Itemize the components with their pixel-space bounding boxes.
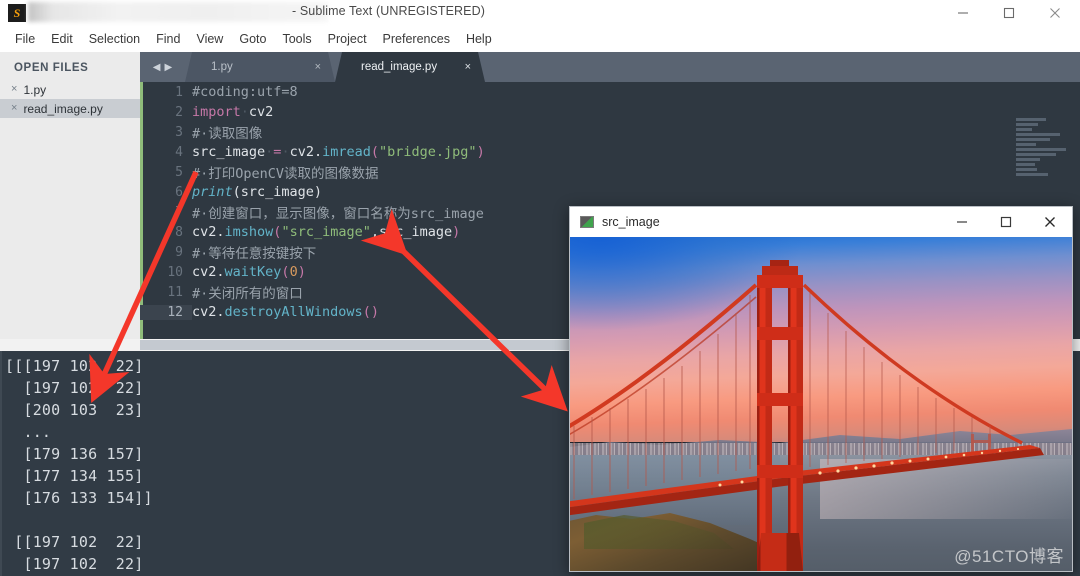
- minimap-row: [1016, 123, 1038, 126]
- image-viewer-window: src_image @51CTO博客: [569, 206, 1073, 572]
- code-line: 4 src_image·=·cv2.imread("bridge.jpg"): [140, 142, 1080, 162]
- code-text: cv2.destroyAllWindows(): [192, 304, 379, 320]
- code-text: #·读取图像: [192, 126, 263, 142]
- sublime-text-window: S - Sublime Text (UNREGISTERED) File Edi…: [0, 0, 1080, 576]
- close-icon[interactable]: ×: [465, 61, 471, 73]
- code-text: print(src_image): [192, 184, 323, 200]
- sidebar-heading-open-files: OPEN FILES: [14, 62, 89, 74]
- menu-item-preferences[interactable]: Preferences: [375, 29, 458, 49]
- console-left-edge: [0, 351, 2, 576]
- line-number: 2: [175, 104, 183, 120]
- sidebar-item-read-image-py[interactable]: × read_image.py: [0, 99, 140, 118]
- image-window-titlebar: src_image: [570, 207, 1072, 237]
- close-icon[interactable]: ×: [315, 61, 321, 73]
- minimap-row: [1016, 128, 1032, 131]
- code-text: cv2.waitKey(0): [192, 264, 306, 280]
- menu-item-tools[interactable]: Tools: [274, 29, 319, 49]
- line-number: 10: [167, 264, 183, 280]
- minimap-row: [1016, 133, 1060, 136]
- line-number: 8: [175, 224, 183, 240]
- sublime-text-icon: S: [8, 4, 26, 22]
- close-icon[interactable]: [1028, 207, 1072, 237]
- close-icon[interactable]: ×: [11, 84, 17, 95]
- code-line: 5 #·打印OpenCV读取的图像数据: [140, 162, 1080, 183]
- line-number: 4: [175, 144, 183, 160]
- line-number: 9: [175, 244, 183, 260]
- code-text: import·cv2: [192, 104, 274, 120]
- code-text: #·打印OpenCV读取的图像数据: [192, 166, 379, 182]
- minimize-icon[interactable]: [940, 207, 984, 237]
- photo-golden-gate-bridge: @51CTO博客: [570, 237, 1072, 571]
- window-title: - Sublime Text (UNREGISTERED): [292, 4, 485, 18]
- minimap-row: [1016, 153, 1056, 156]
- bridge-cables-svg: [570, 283, 1044, 516]
- minimap-row: [1016, 118, 1046, 121]
- line-number: 5: [175, 164, 183, 180]
- minimap-row: [1016, 158, 1040, 161]
- minimap-row: [1016, 138, 1050, 141]
- line-number: 6: [175, 184, 183, 200]
- minimap-row: [1016, 168, 1037, 171]
- code-text: src_image·=·cv2.imread("bridge.jpg"): [192, 144, 485, 160]
- line-number: 7: [175, 204, 183, 220]
- menu-item-goto[interactable]: Goto: [231, 29, 274, 49]
- code-line: 3 #·读取图像: [140, 122, 1080, 143]
- chevron-right-icon[interactable]: ▶: [165, 62, 173, 73]
- image-window-icon: [580, 216, 594, 228]
- code-text: #·关闭所有的窗口: [192, 286, 303, 302]
- image-window-title: src_image: [602, 215, 660, 229]
- menu-item-selection[interactable]: Selection: [81, 29, 148, 49]
- maximize-icon[interactable]: [984, 207, 1028, 237]
- tab-read-image-py[interactable]: read_image.py ×: [335, 52, 485, 82]
- tab-scroll-arrows[interactable]: ◀ ▶: [140, 52, 185, 82]
- main-bridge-tower: [753, 260, 807, 571]
- minimap-row: [1016, 143, 1036, 146]
- code-text: #coding:utf=8: [192, 84, 298, 100]
- line-number: 3: [175, 124, 183, 140]
- watermark: @51CTO博客: [954, 547, 1064, 566]
- tabbar: ◀ ▶ 1.py × read_image.py ×: [140, 52, 1080, 82]
- sidebar-item-label: read_image.py: [23, 101, 103, 116]
- sidebar-item-1py[interactable]: × 1.py: [0, 80, 140, 99]
- tab-label: 1.py: [211, 61, 233, 73]
- code-text: #·创建窗口，显示图像，窗口名称为src_image: [192, 206, 484, 222]
- image-window-controls: [940, 207, 1072, 237]
- minimap-row: [1016, 148, 1066, 151]
- line-number: 11: [167, 284, 183, 300]
- minimap-row: [1016, 163, 1035, 166]
- code-text: #·等待任意按键按下: [192, 246, 317, 262]
- code-line: 6 print(src_image): [140, 182, 1080, 202]
- menu-item-view[interactable]: View: [188, 29, 231, 49]
- menu-item-find[interactable]: Find: [148, 29, 188, 49]
- code-line: 1 #coding:utf=8: [140, 82, 1080, 102]
- menu-item-project[interactable]: Project: [320, 29, 375, 49]
- close-icon[interactable]: ×: [11, 103, 17, 114]
- line-number: 1: [175, 84, 183, 100]
- menu-item-help[interactable]: Help: [458, 29, 500, 49]
- window-titlebar: S - Sublime Text (UNREGISTERED): [0, 0, 1080, 26]
- sidebar: OPEN FILES × 1.py × read_image.py: [0, 52, 140, 339]
- chevron-left-icon[interactable]: ◀: [153, 62, 161, 73]
- close-icon[interactable]: [1032, 0, 1078, 26]
- minimize-icon[interactable]: [940, 0, 986, 26]
- menu-item-edit[interactable]: Edit: [43, 29, 81, 49]
- blurred-document-path: [28, 2, 328, 22]
- tab-label: read_image.py: [361, 61, 438, 73]
- code-text: cv2.imshow("src_image",src_image): [192, 224, 461, 240]
- tab-1py[interactable]: 1.py ×: [185, 52, 335, 82]
- menubar: File Edit Selection Find View Goto Tools…: [0, 26, 1080, 52]
- maximize-icon[interactable]: [986, 0, 1032, 26]
- line-number: 12: [140, 304, 192, 320]
- menu-item-file[interactable]: File: [7, 29, 43, 49]
- minimap-row: [1016, 173, 1048, 176]
- code-line: 2 import·cv2: [140, 102, 1080, 122]
- sidebar-item-label: 1.py: [23, 82, 47, 97]
